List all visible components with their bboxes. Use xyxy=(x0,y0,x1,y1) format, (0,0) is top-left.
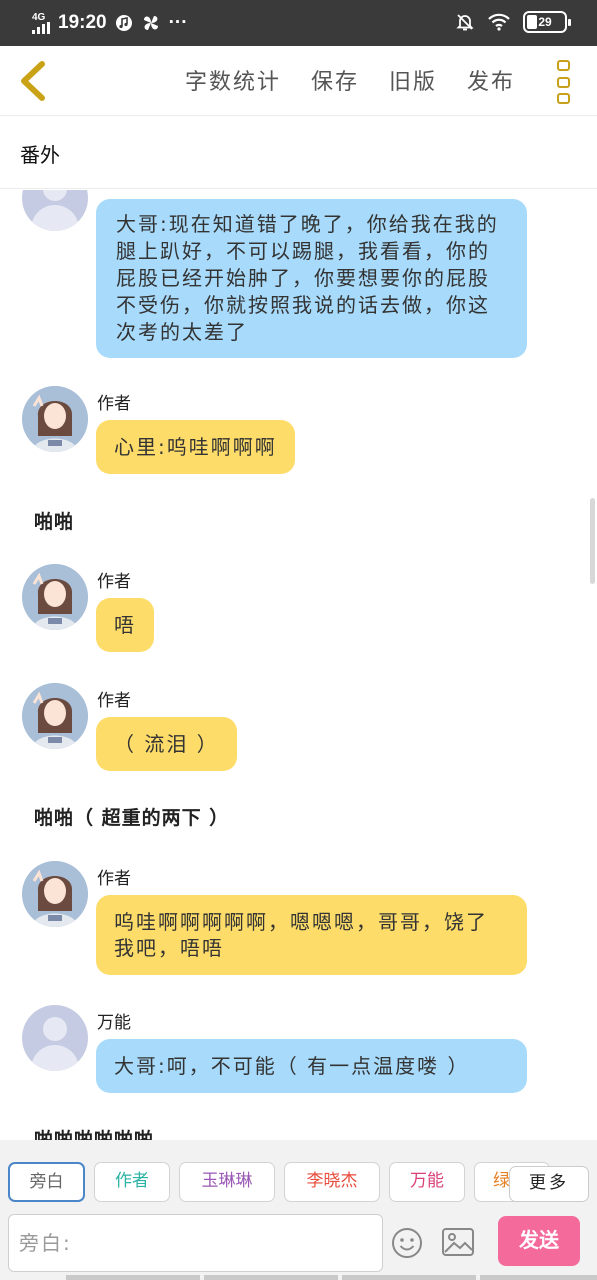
bell-muted-icon xyxy=(456,14,474,31)
chat-area[interactable]: 大哥:现在知道错了晚了，你给我在我的腿上趴好，不可以踢腿，我看看，你的屁股已经开… xyxy=(0,190,597,1140)
send-button[interactable]: 发送 xyxy=(498,1216,580,1266)
composer-panel: 旁白 作者 玉琳琳 李晓杰 万能 绿 更多 发送 xyxy=(0,1140,597,1280)
more-roles-button[interactable]: 更多 xyxy=(509,1166,589,1202)
more-menu-icon[interactable] xyxy=(557,60,571,104)
section-title-bar: 番外 xyxy=(0,117,597,189)
gesture-bar xyxy=(66,1275,597,1280)
wifi-icon xyxy=(488,13,510,31)
avatar[interactable] xyxy=(22,190,88,231)
input-row: 发送 xyxy=(0,1212,597,1280)
message-bubble[interactable]: 大哥:现在知道错了晚了，你给我在我的腿上趴好，不可以踢腿，我看看，你的屁股已经开… xyxy=(96,199,527,358)
avatar[interactable] xyxy=(22,564,88,630)
pinwheel-icon xyxy=(143,16,158,30)
speaker-name: 作者 xyxy=(97,869,131,889)
avatar[interactable] xyxy=(22,1005,88,1071)
speaker-name: 作者 xyxy=(97,394,131,414)
role-label: 玉琳琳 xyxy=(201,1171,253,1191)
message-bubble[interactable]: 心里:呜哇啊啊啊 xyxy=(96,420,295,474)
narration-text[interactable]: 啪啪（ 超重的两下 ） xyxy=(34,803,229,830)
message-bubble[interactable]: 唔 xyxy=(96,598,154,652)
status-time: 19:20 xyxy=(58,12,107,33)
narration-text[interactable]: 啪啪 xyxy=(34,507,74,534)
role-label: 作者 xyxy=(115,1171,149,1191)
role-chip-wanneng[interactable]: 万能 xyxy=(389,1162,465,1202)
battery-percent: 29 xyxy=(538,15,552,29)
role-chip-narrator[interactable]: 旁白 xyxy=(8,1162,85,1202)
narration-text[interactable]: 啪啪啪啪啪啪 xyxy=(34,1125,154,1140)
role-label: 李晓杰 xyxy=(306,1171,358,1191)
role-chip-author[interactable]: 作者 xyxy=(94,1162,170,1202)
image-icon[interactable] xyxy=(441,1227,475,1257)
battery-icon: 29 xyxy=(523,11,571,33)
section-title: 番外 xyxy=(20,143,60,167)
signal-icon: 4G xyxy=(32,11,50,34)
status-more-dots: ··· xyxy=(168,12,188,33)
message-bubble[interactable]: （ 流泪 ） xyxy=(96,717,237,771)
emoji-icon[interactable] xyxy=(391,1227,423,1259)
back-arrow-icon[interactable] xyxy=(14,58,54,104)
avatar[interactable] xyxy=(22,861,88,927)
avatar[interactable] xyxy=(22,386,88,452)
speaker-name: 作者 xyxy=(97,691,131,711)
word-count-button[interactable]: 字数统计 xyxy=(185,64,281,96)
toolbar-actions: 字数统计 保存 旧版 发布 xyxy=(185,64,515,96)
save-button[interactable]: 保存 xyxy=(311,64,359,96)
role-chip-yulinlin[interactable]: 玉琳琳 xyxy=(179,1162,275,1202)
top-toolbar: 字数统计 保存 旧版 发布 xyxy=(0,46,597,116)
message-input[interactable] xyxy=(8,1214,383,1272)
role-chip-lixiaojie[interactable]: 李晓杰 xyxy=(284,1162,380,1202)
speaker-name: 作者 xyxy=(97,572,131,592)
speaker-name: 万能 xyxy=(97,1013,131,1033)
old-version-button[interactable]: 旧版 xyxy=(389,64,437,96)
scrollbar[interactable] xyxy=(590,498,595,584)
network-type: 4G xyxy=(32,11,46,23)
message-bubble[interactable]: 呜哇啊啊啊啊啊，嗯嗯嗯，哥哥，饶了我吧，唔唔 xyxy=(96,895,527,975)
publish-button[interactable]: 发布 xyxy=(467,64,515,96)
status-bar: 4G 19:20 ··· 29 xyxy=(0,0,597,46)
message-bubble[interactable]: 大哥:呵，不可能（ 有一点温度喽 ） xyxy=(96,1039,527,1093)
role-label: 旁白 xyxy=(29,1172,64,1192)
avatar[interactable] xyxy=(22,683,88,749)
music-note-icon xyxy=(115,15,132,31)
role-label: 万能 xyxy=(410,1171,444,1191)
role-label: 绿 xyxy=(493,1171,510,1191)
